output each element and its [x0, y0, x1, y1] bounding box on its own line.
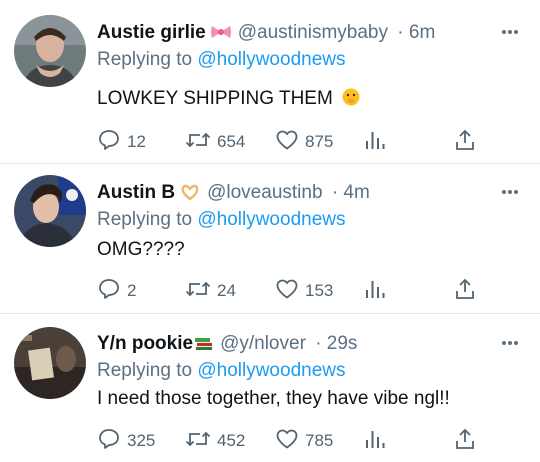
share-icon: [454, 128, 476, 157]
like-button[interactable]: 153: [275, 278, 333, 304]
reply-count: 12: [127, 132, 146, 151]
user-handle[interactable]: @y/nlover: [220, 333, 306, 354]
heart-icon: [275, 427, 299, 456]
tweet-header: Y/n pookie @y/nlover · 29s: [97, 331, 357, 357]
reply-context: Replying to @hollywoodnews: [97, 46, 345, 74]
like-count: 785: [305, 431, 334, 450]
reply-icon: [97, 427, 121, 456]
tweet-header: Austin B @loveaustinb · 4m: [97, 180, 370, 206]
more-options-icon[interactable]: [500, 182, 520, 202]
tweet-actions: 325 452 785: [97, 428, 477, 454]
tweet-2[interactable]: Austin B @loveaustinb · 4m Replying to @h…: [0, 175, 540, 310]
reply-count: 325: [127, 431, 156, 450]
avatar[interactable]: [14, 175, 86, 247]
reply-count: 2: [127, 281, 137, 300]
views-button[interactable]: [364, 428, 386, 454]
like-count: 153: [305, 281, 334, 300]
bar-chart-icon: [364, 277, 386, 306]
share-button[interactable]: [454, 428, 476, 454]
like-button[interactable]: 785: [275, 428, 333, 454]
like-count: 875: [305, 132, 334, 151]
tweet-actions: 12 654 875: [97, 129, 477, 155]
face-with-hand-over-mouth-emoji-icon: [342, 87, 360, 115]
reply-context: Replying to @hollywoodnews: [97, 357, 345, 385]
heart-icon: [275, 277, 299, 306]
tweet-actions: 2 24 153: [97, 278, 477, 304]
tweet-text: LOWKEY SHIPPING THEM: [97, 85, 360, 115]
mention-link[interactable]: @hollywoodnews: [197, 209, 345, 230]
views-button[interactable]: [364, 278, 386, 304]
share-icon: [454, 277, 476, 306]
reply-icon: [97, 277, 121, 306]
mention-link[interactable]: @hollywoodnews: [197, 360, 345, 381]
views-button[interactable]: [364, 129, 386, 155]
bar-chart-icon: [364, 427, 386, 456]
reply-button[interactable]: 325: [97, 428, 155, 454]
retweet-icon: [185, 277, 211, 306]
replying-to-label: Replying to: [97, 209, 193, 230]
tweet-text: I need those together, they have vibe ng…: [97, 388, 450, 409]
tweet-text-content: LOWKEY SHIPPING THEM: [97, 88, 333, 109]
tweet-feed: Austie girlie @austinismybaby · 6m Replyi…: [0, 0, 540, 462]
tweet-header: Austie girlie @austinismybaby · 6m: [97, 20, 435, 46]
divider: [0, 163, 540, 164]
share-button[interactable]: [454, 278, 476, 304]
avatar[interactable]: [14, 15, 86, 87]
retweet-count: 24: [217, 281, 236, 300]
retweet-icon: [185, 128, 211, 157]
timestamp[interactable]: · 6m: [397, 22, 435, 43]
reply-context: Replying to @hollywoodnews: [97, 206, 345, 234]
retweet-icon: [185, 427, 211, 456]
reply-icon: [97, 128, 121, 157]
retweet-count: 452: [217, 431, 246, 450]
display-name[interactable]: Austie girlie: [97, 22, 206, 43]
user-handle[interactable]: @loveaustinb: [207, 182, 322, 203]
user-handle[interactable]: @austinismybaby: [238, 22, 388, 43]
replying-to-label: Replying to: [97, 49, 193, 70]
tweet-1[interactable]: Austie girlie @austinismybaby · 6m Replyi…: [0, 15, 540, 160]
more-options-icon[interactable]: [500, 22, 520, 42]
retweet-button[interactable]: 654: [185, 129, 245, 155]
share-icon: [454, 427, 476, 456]
divider: [0, 313, 540, 314]
tweet-3[interactable]: Y/n pookie @y/nlover · 29s Replying to @h…: [0, 327, 540, 462]
share-button[interactable]: [454, 129, 476, 155]
tweet-text: OMG????: [97, 239, 185, 260]
like-button[interactable]: 875: [275, 129, 333, 155]
display-name[interactable]: Austin B: [97, 182, 175, 203]
reply-button[interactable]: 2: [97, 278, 136, 304]
retweet-count: 654: [217, 132, 246, 151]
avatar[interactable]: [14, 327, 86, 399]
more-options-icon[interactable]: [500, 333, 520, 353]
timestamp[interactable]: · 29s: [315, 333, 357, 354]
retweet-button[interactable]: 452: [185, 428, 245, 454]
replying-to-label: Replying to: [97, 360, 193, 381]
display-name[interactable]: Y/n pookie: [97, 333, 193, 354]
mention-link[interactable]: @hollywoodnews: [197, 49, 345, 70]
reply-button[interactable]: 12: [97, 129, 146, 155]
bar-chart-icon: [364, 128, 386, 157]
timestamp[interactable]: · 4m: [332, 182, 370, 203]
heart-icon: [275, 128, 299, 157]
retweet-button[interactable]: 24: [185, 278, 236, 304]
